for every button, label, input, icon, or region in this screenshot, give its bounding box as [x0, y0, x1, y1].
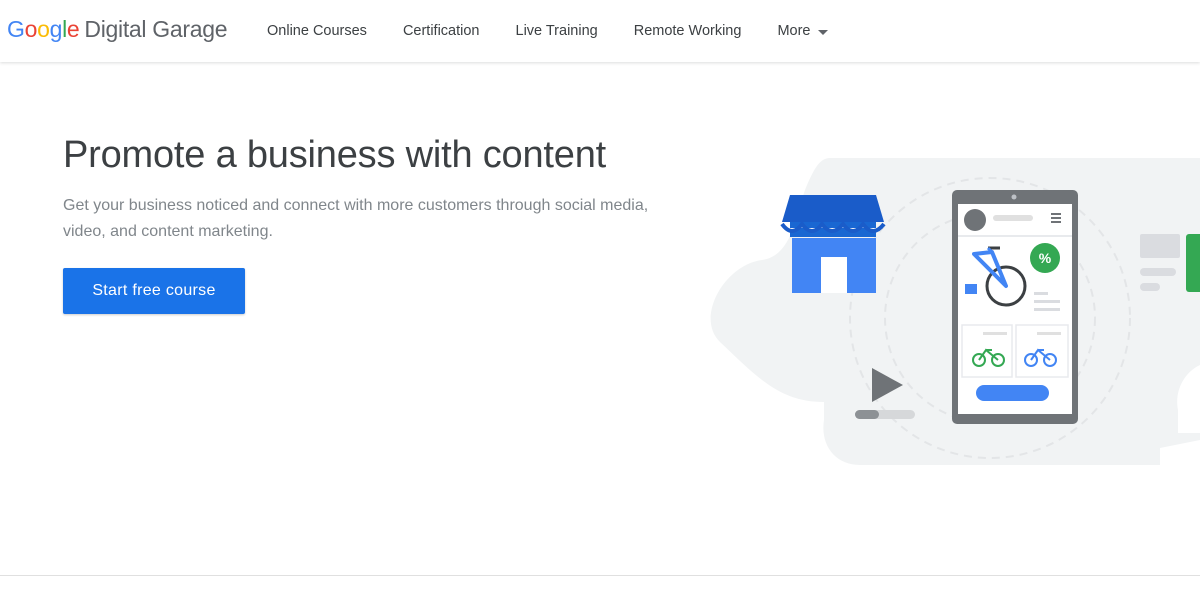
- nav-remote-working[interactable]: Remote Working: [616, 0, 760, 62]
- caret-down-icon: [818, 29, 829, 35]
- nav-live-training[interactable]: Live Training: [498, 0, 616, 62]
- top-navigation-bar: Google Digital Garage Online Courses Cer…: [0, 0, 1200, 62]
- start-free-course-button[interactable]: Start free course: [63, 268, 245, 314]
- nav-label: Live Training: [515, 23, 598, 39]
- logo-letter: e: [66, 16, 80, 42]
- nav-label: More: [777, 23, 811, 39]
- logo-letter: o: [37, 16, 50, 42]
- section-divider: [0, 575, 1200, 576]
- video-progress-fill: [855, 410, 879, 419]
- nav-label: Certification: [402, 23, 480, 39]
- logo-letter: G: [7, 16, 25, 42]
- logo-product-name: Digital Garage: [84, 16, 228, 42]
- phone-buy-button: [976, 385, 1049, 401]
- google-digital-garage-logo[interactable]: Google Digital Garage: [7, 16, 228, 46]
- discount-badge-text: %: [1039, 250, 1052, 266]
- green-app-card: [1186, 234, 1200, 292]
- main-nav: Online Courses Certification Live Traini…: [249, 0, 846, 62]
- logo-letter: o: [24, 16, 38, 42]
- logo-letter: g: [49, 16, 63, 42]
- nav-online-courses[interactable]: Online Courses: [249, 0, 385, 62]
- content-marketing-illustration: %: [710, 158, 1200, 465]
- store-icon: [780, 195, 886, 293]
- google-wordmark: Google: [7, 16, 80, 43]
- nav-label: Remote Working: [633, 23, 742, 39]
- hero-description: Get your business noticed and connect wi…: [63, 197, 649, 240]
- nav-more-dropdown[interactable]: More: [759, 0, 846, 62]
- phone-mockup: %: [952, 190, 1078, 424]
- nav-certification[interactable]: Certification: [385, 0, 498, 62]
- nav-label: Online Courses: [267, 23, 367, 39]
- hero-title: Promote a business with content: [63, 134, 606, 176]
